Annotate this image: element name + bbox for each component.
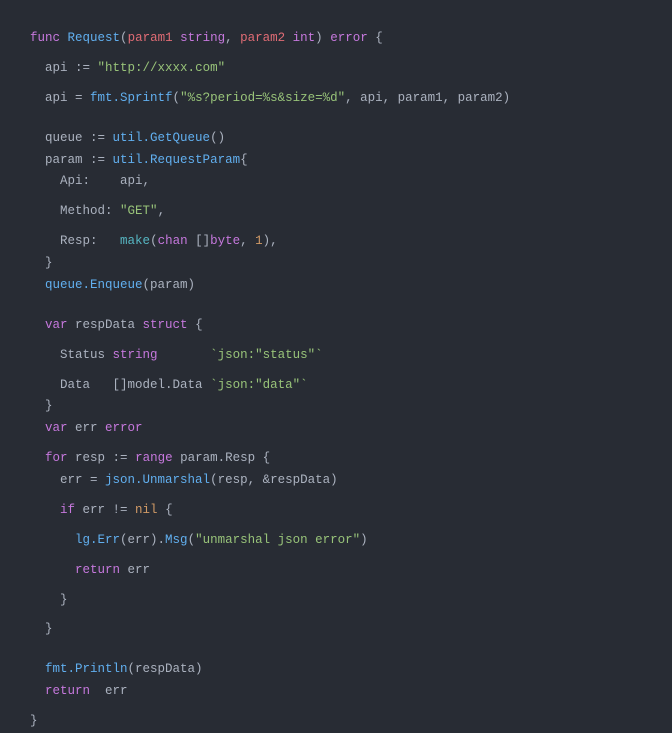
function-call: fmt.Sprintf (90, 91, 173, 105)
code-line: } (30, 590, 642, 612)
struct-key: Method: (60, 204, 113, 218)
code-line: if err != nil { (30, 500, 642, 522)
struct-tag: `json:"status"` (210, 348, 323, 362)
param: param2 (240, 31, 285, 45)
code-line: func Request(param1 string, param2 int) … (30, 28, 642, 50)
code-line: Status string `json:"status"` (30, 345, 642, 367)
number: 1 (255, 234, 263, 248)
code-line: lg.Err(err).Msg("unmarshal json error") (30, 530, 642, 552)
code-line: fmt.Println(respData) (30, 659, 642, 681)
keyword-func: func (30, 31, 60, 45)
param: param1 (128, 31, 173, 45)
code-line: } (30, 619, 642, 641)
type-error: error (105, 421, 143, 435)
code-line: for resp := range param.Resp { (30, 448, 642, 470)
code-line: } (30, 711, 642, 733)
function-name: Request (68, 31, 121, 45)
function-call: lg.Err (75, 533, 120, 547)
code-line: return err (30, 560, 642, 582)
keyword-range: range (135, 451, 173, 465)
code-line: } (30, 396, 642, 418)
code-line: Method: "GET", (30, 201, 642, 223)
var: queue (45, 131, 83, 145)
code-line: api := "http://xxxx.com" (30, 58, 642, 80)
keyword-for: for (45, 451, 68, 465)
keyword-if: if (60, 503, 75, 517)
code-line: api = fmt.Sprintf("%s?period=%s&size=%d"… (30, 88, 642, 110)
code-block: func Request(param1 string, param2 int) … (30, 28, 642, 733)
var: param (45, 153, 83, 167)
struct-field: Status (60, 348, 113, 362)
code-line: var respData struct { (30, 315, 642, 337)
function-call: Msg (165, 533, 188, 547)
code-line: Resp: make(chan []byte, 1), (30, 231, 642, 253)
function-call: fmt.Println (45, 662, 128, 676)
type: string (180, 31, 225, 45)
keyword-var: var (45, 421, 68, 435)
type: int (293, 31, 316, 45)
keyword-chan: chan (158, 234, 188, 248)
struct-key: Api: (60, 174, 90, 188)
code-line: param := util.RequestParam{ (30, 150, 642, 172)
struct-key: Resp: (60, 234, 98, 248)
function-call: queue.Enqueue (45, 278, 143, 292)
code-line: } (30, 253, 642, 275)
keyword-var: var (45, 318, 68, 332)
code-line: queue := util.GetQueue() (30, 128, 642, 150)
nil-literal: nil (135, 503, 158, 517)
string-literal: "unmarshal json error" (195, 533, 360, 547)
struct-tag: `json:"data"` (210, 378, 308, 392)
code-line: Api: api, (30, 171, 642, 193)
type-byte: byte (210, 234, 240, 248)
function-call: util.GetQueue (113, 131, 211, 145)
struct-field: Data (60, 378, 113, 392)
string-literal: "GET" (120, 204, 158, 218)
keyword-struct: struct (143, 318, 188, 332)
code-line: Data []model.Data `json:"data"` (30, 375, 642, 397)
string-literal: "%s?period=%s&size=%d" (180, 91, 345, 105)
code-line: var err error (30, 418, 642, 440)
keyword-return: return (45, 684, 90, 698)
keyword-return: return (75, 563, 120, 577)
code-line: err = json.Unmarshal(resp, &respData) (30, 470, 642, 492)
return-type: error (330, 31, 368, 45)
type: string (113, 348, 158, 362)
string-literal: "http://xxxx.com" (98, 61, 226, 75)
type-name: util.RequestParam (113, 153, 241, 167)
function-call: json.Unmarshal (105, 473, 210, 487)
var: api (45, 61, 68, 75)
code-line: return err (30, 681, 642, 703)
builtin-make: make (120, 234, 150, 248)
code-line: queue.Enqueue(param) (30, 275, 642, 297)
type: model.Data (128, 378, 211, 392)
